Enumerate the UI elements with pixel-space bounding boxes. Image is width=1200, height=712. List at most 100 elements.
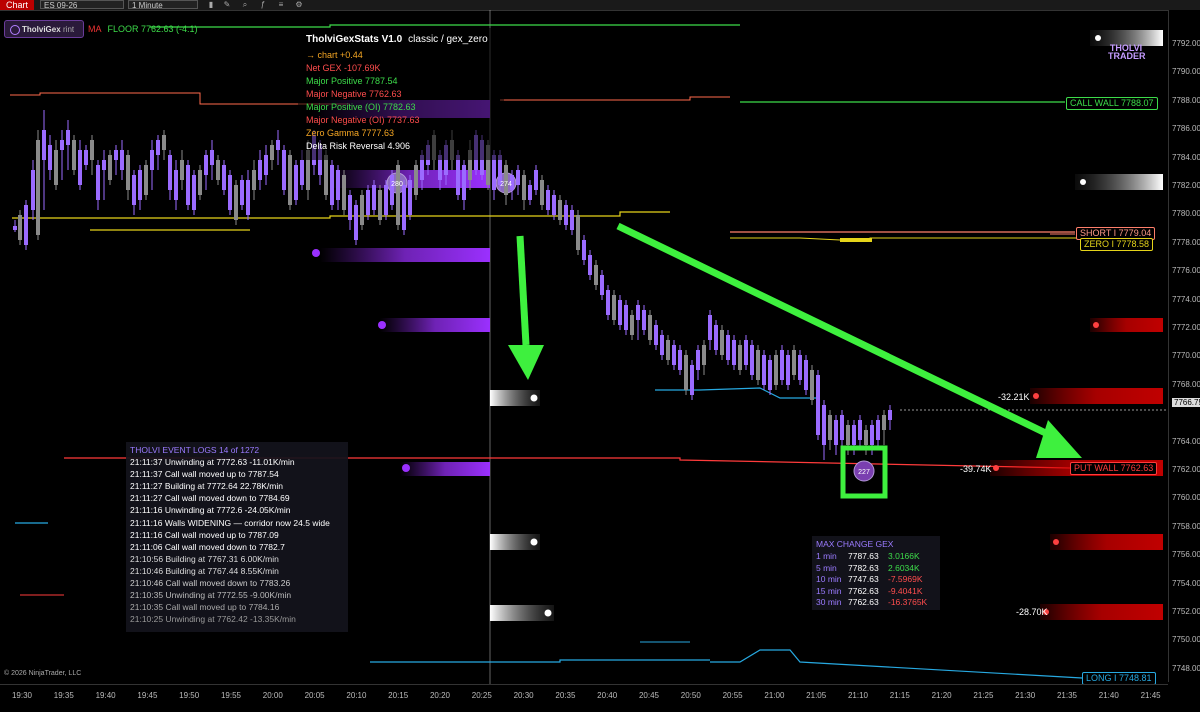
time-tick: 19:55 (220, 691, 242, 700)
floor-value: FLOOR 7762.63 (-4.1) (107, 24, 198, 34)
candle-body (288, 155, 292, 205)
floor-label: MA FLOOR 7762.63 (-4.1) (88, 24, 198, 34)
candle-body (174, 170, 178, 200)
max-change-period: 30 min (816, 597, 842, 607)
candle-body (564, 205, 568, 225)
ma-label: MA (88, 24, 102, 34)
candle-body (786, 355, 790, 385)
candle-body (708, 315, 712, 340)
event-log-line: 21:10:35 Unwinding at 7772.55 -9.00K/min (130, 590, 292, 601)
candle-body (216, 160, 220, 180)
candle-body (42, 130, 46, 160)
candle-body (654, 325, 658, 345)
stats-row: → chart +0.44 (306, 50, 363, 60)
candle-body (276, 140, 280, 150)
time-tick: 20:25 (471, 691, 492, 700)
price-tick: 7780.00 (1172, 209, 1200, 219)
price-tick: 7764.00 (1172, 436, 1200, 446)
event-log-header: THOLVI EVENT LOGS 14 of 1272 (130, 445, 260, 455)
max-change-header: MAX CHANGE GEX (816, 539, 894, 549)
candle-body (492, 155, 496, 190)
candle-body (546, 190, 550, 210)
price-tick: 7766.75 (1172, 397, 1200, 407)
candle-body (246, 180, 250, 215)
event-log-line: 21:10:25 Unwinding at 7762.42 -13.35K/mi… (130, 614, 296, 625)
annotation-arrowhead-diagonal (1036, 420, 1082, 458)
max-change-period: 15 min (816, 585, 842, 596)
candle-body (888, 410, 892, 420)
candle-body (96, 165, 100, 200)
candle-body (324, 155, 328, 195)
candle-body (360, 195, 364, 225)
tholvi-gex-indicator-badge[interactable]: TholviGex rint (4, 20, 84, 38)
candle-body (31, 170, 35, 210)
tholvi-trader-logo: THOLVI TRADER (1108, 43, 1146, 61)
candle-body (696, 350, 700, 370)
time-tick: 20:20 (429, 691, 451, 700)
candle-body (102, 160, 106, 170)
candle-body (384, 185, 388, 215)
stats-title: TholviGexStats V1.0 classic / gex_zero (306, 34, 488, 45)
candle-body (798, 355, 802, 380)
candle-body (582, 240, 586, 260)
gex-white-dot (1095, 35, 1101, 41)
zero-line-right (730, 237, 1078, 241)
candle-body (36, 140, 40, 235)
candle-body (516, 170, 520, 185)
candle-body (54, 150, 58, 185)
max-change-level: 7762.63 (848, 585, 879, 596)
candle-body (240, 180, 244, 205)
candle-body (750, 345, 754, 375)
candle-body (408, 180, 412, 215)
time-tick: 20:50 (680, 691, 701, 700)
time-tick: 20:55 (722, 691, 743, 700)
call-wall-label: CALL WALL 7788.07 (1066, 97, 1158, 110)
stats-row: Zero Gamma 7777.63 (306, 128, 395, 138)
candle-body (504, 165, 508, 195)
candle-body (714, 325, 718, 350)
time-tick: 20:15 (388, 691, 409, 700)
candle-body (522, 175, 526, 200)
time-tick: 20:10 (346, 691, 367, 700)
price-tick: 7768.00 (1172, 379, 1200, 389)
candle-body (840, 415, 844, 440)
max-change-period: 10 min (816, 574, 842, 584)
max-change-value: 3.0166K (888, 551, 920, 561)
candle-body (804, 360, 808, 390)
gex-dot (378, 321, 386, 329)
price-tick: 7750.00 (1172, 635, 1200, 645)
gex-purple-bar (400, 462, 490, 476)
candle-body (792, 350, 796, 375)
candle-body (462, 165, 466, 200)
candle-body (270, 145, 274, 160)
gex-red-dot (993, 465, 999, 471)
annotation-arrow-diagonal (616, 222, 1062, 444)
max-change-row: 30 min 7762.63 -16.3765K (816, 597, 927, 607)
time-tick: 19:50 (179, 691, 200, 700)
candle-body (858, 420, 862, 440)
gex-dot (312, 249, 320, 257)
event-log-line: 21:11:16 Unwinding at 7772.6 -24.05K/min (130, 505, 291, 516)
candle-body (162, 135, 166, 150)
max-change-gex-panel: MAX CHANGE GEX 1 min 7787.63 3.0166K 5 min 7… (812, 536, 940, 610)
event-log-line: 21:11:27 Building at 7772.64 22.78K/min (130, 481, 283, 492)
time-tick: 21:30 (1015, 691, 1036, 700)
candle-body (624, 305, 628, 330)
gex-value-label-1: -32.21K (998, 392, 1030, 402)
price-tick: 7778.00 (1172, 237, 1200, 247)
price-tick: 7770.00 (1172, 351, 1200, 361)
gex-white-dot (1080, 179, 1086, 185)
annotation-arrow-down (516, 235, 530, 346)
price-tick: 7788.00 (1172, 95, 1200, 105)
candle-body (876, 420, 880, 440)
gex-red-bar (1040, 604, 1163, 620)
max-change-period: 5 min (816, 562, 837, 573)
gex-badge-extra: rint (63, 25, 75, 34)
candle-body (534, 170, 538, 190)
gex-white-dot (544, 609, 552, 617)
annotation-arrowhead-down (508, 345, 544, 380)
candle-body (372, 185, 376, 210)
gex-red-bar (1090, 318, 1163, 332)
time-tick: 19:40 (95, 691, 116, 700)
time-tick: 20:45 (638, 691, 660, 700)
